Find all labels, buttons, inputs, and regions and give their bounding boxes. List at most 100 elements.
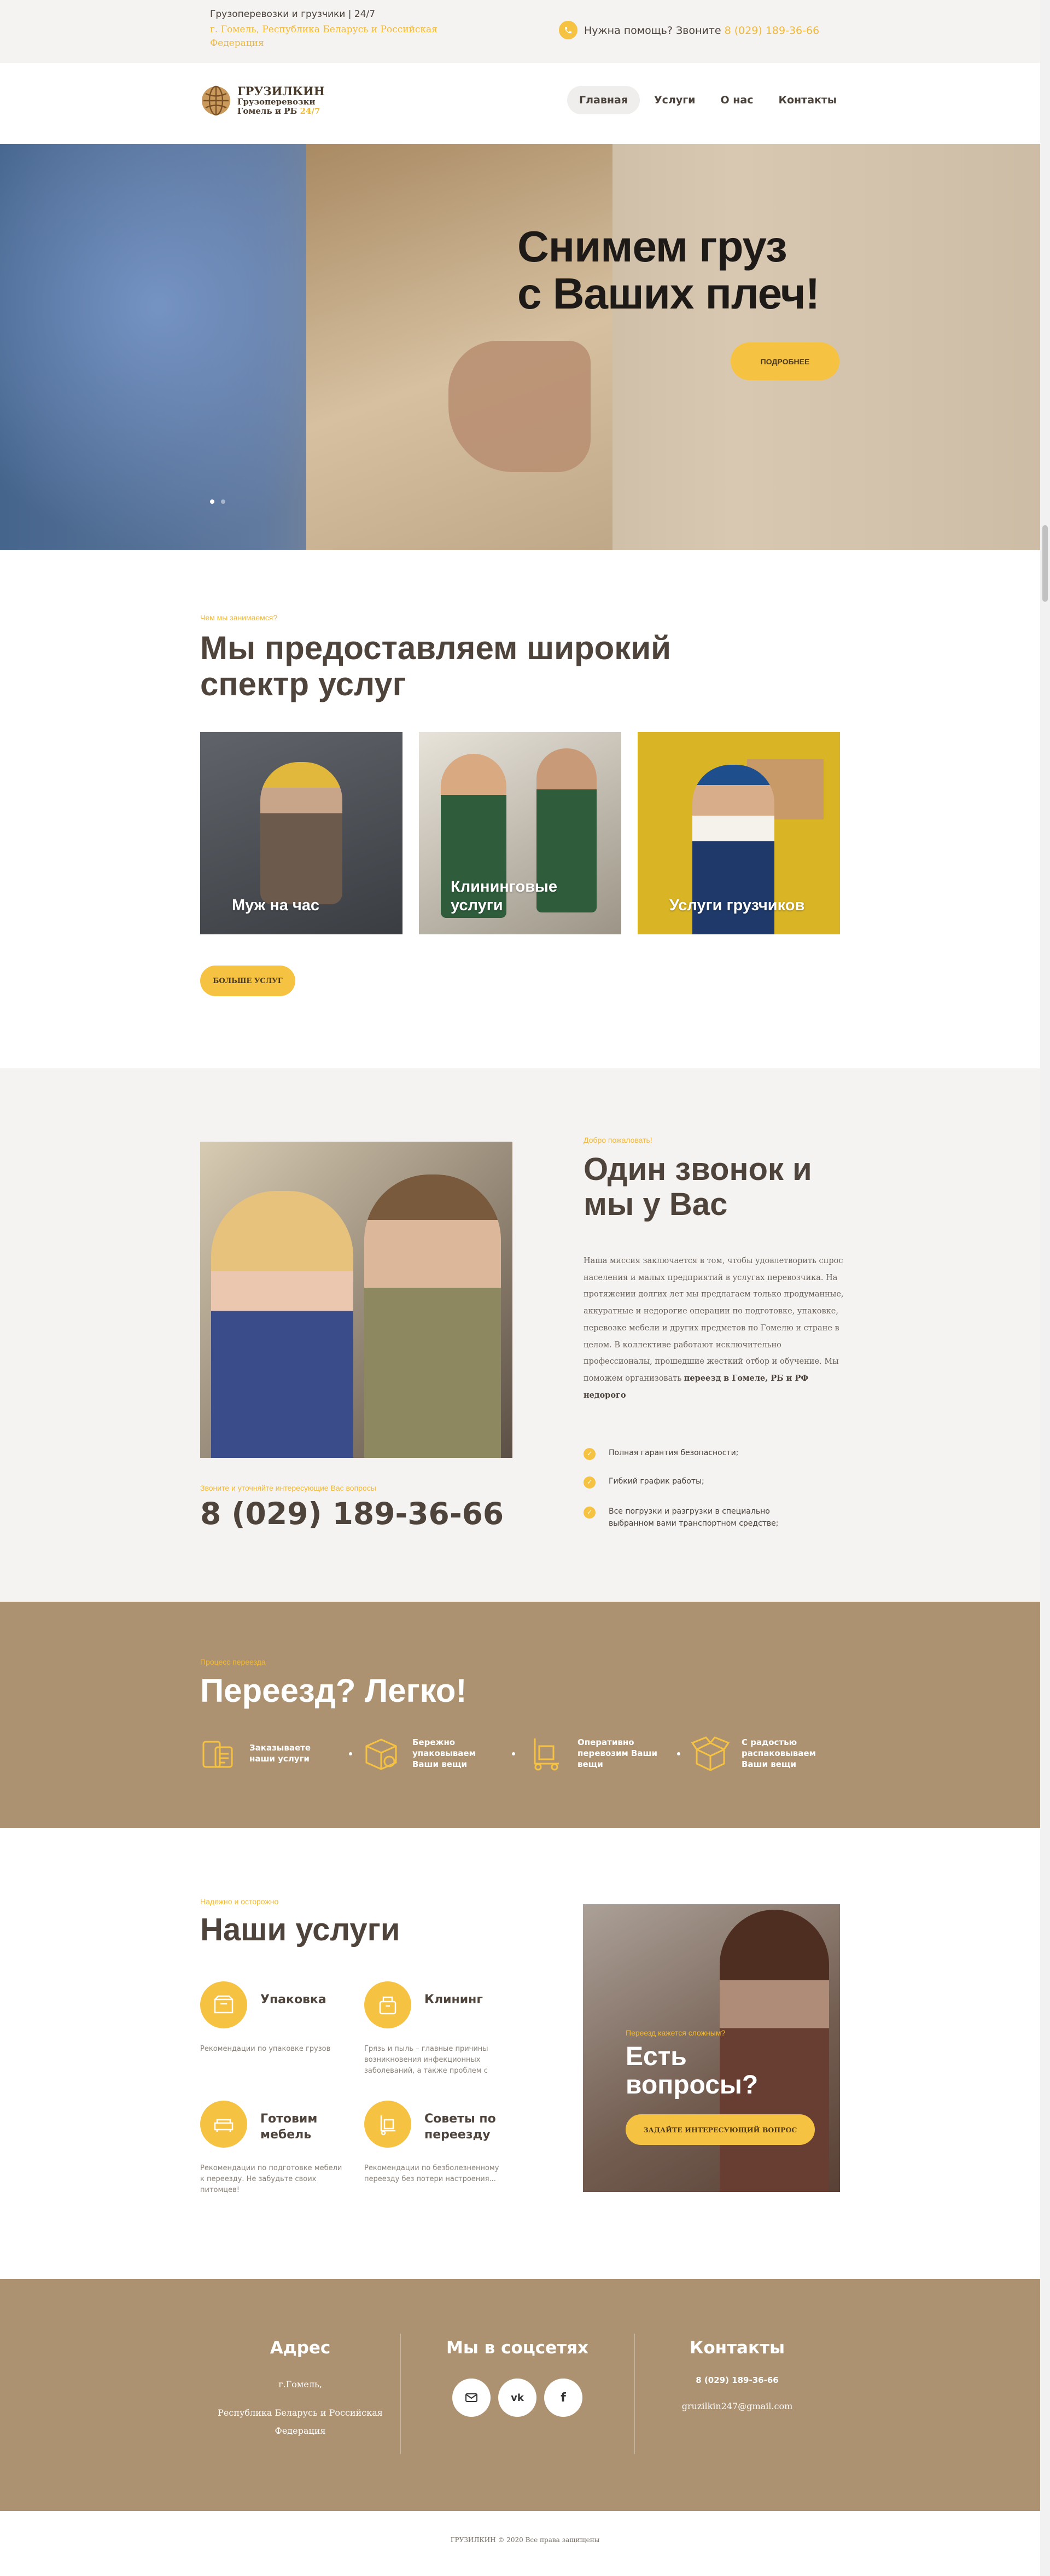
logo-sub2-text: Гомель и РБ (237, 106, 298, 117)
hero-more-button[interactable]: ПОДРОБНЕЕ (731, 342, 839, 380)
top-bar-tagline: Грузоперевозки и грузчики | 24/7 (210, 9, 376, 20)
about-photo (200, 1142, 512, 1458)
process-title: Переезд? Легко! (200, 1672, 467, 1709)
process-kicker: Процесс переезда (200, 1658, 266, 1666)
footer-address-title: Адрес (270, 2338, 331, 2358)
check-icon: ✓ (584, 1448, 596, 1460)
footer: Адрес г.Гомель, Республика Беларусь и Ро… (0, 2279, 1050, 2511)
box-pack-icon (365, 1738, 397, 1770)
top-phone-link[interactable]: 8 (029) 189-36-66 (725, 25, 820, 37)
footer-social-title: Мы в соцсетях (446, 2338, 588, 2358)
hero-title-line1: Снимем груз (517, 222, 788, 271)
hero-title-line2: с Ваших плеч! (517, 269, 820, 318)
scrollbar-thumb[interactable] (1042, 525, 1048, 602)
question-cta: Переезд кажется сложным? Есть вопросы? З… (583, 1904, 840, 2192)
dolly-icon (364, 2101, 411, 2148)
service-item-packing[interactable]: Упаковка Рекомендации по упаковке грузов (200, 1981, 364, 2055)
phone-icon (559, 21, 578, 39)
footer-city: г.Гомель, (278, 2379, 322, 2389)
nav-item-services[interactable]: Услуги (643, 86, 706, 114)
footer-social: Мы в соцсетях vk f (400, 2338, 634, 2417)
footer-contacts-title: Контакты (690, 2338, 785, 2358)
check-icon: ✓ (584, 1476, 596, 1488)
services-kicker: Чем мы занимаемся? (200, 613, 278, 622)
slider-dots (210, 499, 225, 504)
our-services-kicker: Надежно и осторожно (200, 1897, 279, 1906)
more-services-button[interactable]: БОЛЬШЕ УСЛУГ (200, 966, 295, 996)
help-text: Нужна помощь? Звоните (584, 25, 721, 37)
service-item-desc: Грязь и пыль – главные причины возникнов… (364, 2045, 488, 2075)
cleaning-icon (364, 1981, 411, 2028)
cta-title: Есть вопросы? (626, 2042, 759, 2100)
slider-dot-active[interactable] (210, 499, 214, 504)
about-title: Один звонок и мы у Вас (584, 1152, 812, 1222)
open-box-icon (691, 1736, 730, 1771)
check-icon: ✓ (584, 1507, 596, 1519)
service-item-title: Готовим мебель (260, 2112, 318, 2142)
ask-question-button[interactable]: ЗАДАЙТЕ ИНТЕРЕСУЮЩИЙ ВОПРОС (626, 2114, 815, 2145)
process-step: Оперативно перевозим Ваши вещи (527, 1734, 680, 1772)
process-step: Заказываете наши услуги (199, 1734, 352, 1772)
service-item-title: Клининг (424, 1993, 483, 2007)
logo-sub2-accent: 24/7 (300, 106, 320, 117)
service-card-handyman[interactable]: Муж на час (200, 732, 402, 934)
logo[interactable]: ГРУЗИЛКИН Грузоперевозки Гомель и РБ 24/… (200, 85, 325, 117)
hero-slider: Снимем груз с Ваших плеч! ПОДРОБНЕЕ (0, 144, 1050, 550)
call-kicker: Звоните и уточняйте интересующие Вас воп… (200, 1484, 376, 1492)
about-text-body: Наша миссия заключается в том, чтобы удо… (584, 1257, 844, 1383)
footer-email-link[interactable]: gruzilkin247@gmail.com (634, 2397, 840, 2416)
step-separator (677, 1752, 680, 1755)
footer-phone-link[interactable]: 8 (029) 189-36-66 (634, 2375, 840, 2385)
process-step: Бережно упаковываем Ваши вещи (362, 1734, 515, 1772)
process-section (0, 1602, 1050, 1828)
email-icon[interactable] (452, 2379, 491, 2417)
logo-sub1: Грузоперевозки (237, 96, 316, 107)
service-card-label: Услуги грузчиков (669, 896, 805, 914)
facebook-icon[interactable]: f (544, 2379, 582, 2417)
logo-sub2: Гомель и РБ 24/7 (237, 106, 325, 117)
service-item-cleaning[interactable]: Клининг Грязь и пыль – главные причины в… (364, 1981, 528, 2077)
step-separator (512, 1752, 515, 1755)
vk-icon[interactable]: vk (498, 2379, 536, 2417)
service-card-label: Муж на час (232, 896, 320, 914)
service-card-cleaning[interactable]: Клининговые услуги (419, 732, 621, 934)
bullet-text: Полная гарантия безопасности; (609, 1449, 739, 1457)
service-item-tips[interactable]: Советы по переезду Рекомендации по безбо… (364, 2101, 528, 2185)
footer-country: Республика Беларусь и Российская Федерац… (218, 2407, 383, 2437)
bullet-text: Гибкий график работы; (609, 1477, 704, 1486)
step-label: Оперативно перевозим Ваши вещи (578, 1737, 657, 1770)
footer-address: Адрес г.Гомель, Республика Беларусь и Ро… (200, 2338, 400, 2440)
social-links: vk f (400, 2379, 634, 2417)
nav-item-about[interactable]: О нас (709, 86, 764, 114)
service-card-movers[interactable]: Услуги грузчиков (638, 732, 840, 934)
about-section (0, 1068, 1050, 1602)
about-bullet: ✓ Полная гарантия безопасности; (584, 1447, 846, 1460)
cta-kicker: Переезд кажется сложным? (626, 2028, 726, 2037)
logo-name: ГРУЗИЛКИН (237, 84, 325, 98)
photo-woman (211, 1191, 353, 1458)
nav-item-home[interactable]: Главная (567, 86, 640, 114)
sofa-icon (200, 2101, 247, 2148)
service-item-furniture[interactable]: Готовим мебель Рекомендации по подготовк… (200, 2101, 364, 2196)
service-item-desc: Рекомендации по упаковке грузов (200, 2045, 331, 2053)
about-kicker: Добро пожаловать! (584, 1136, 652, 1144)
about-bullet: ✓ Гибкий график работы; (584, 1475, 846, 1488)
services-title: Мы предоставляем широкий спектр услуг (200, 630, 672, 702)
process-step: С радостью распаковываем Ваши вещи (691, 1734, 824, 1772)
about-phone-link[interactable]: 8 (029) 189-36-66 (200, 1496, 504, 1531)
nav-item-contacts[interactable]: Контакты (767, 86, 848, 114)
service-card-label: Клининговые услуги (451, 878, 557, 914)
top-bar-location: г. Гомель, Республика Беларусь и Российс… (210, 24, 438, 49)
our-services-title: Наши услуги (200, 1912, 400, 1947)
scrollbar-track[interactable] (1040, 0, 1050, 2576)
cart-icon (534, 1738, 559, 1771)
about-bullet: ✓ Все погрузки и разгрузки в специально в… (584, 1505, 791, 1530)
hero-title: Снимем груз с Ваших плеч! (517, 222, 820, 318)
service-item-desc: Рекомендации по безболезненному переезду… (364, 2164, 499, 2184)
handyman-figure (260, 762, 342, 904)
main-nav: Главная Услуги О нас Контакты (567, 86, 848, 114)
bullet-text: Все погрузки и разгрузки в специально вы… (609, 1507, 779, 1528)
phone-order-icon (202, 1741, 233, 1768)
step-label: С радостью распаковываем Ваши вещи (742, 1737, 816, 1770)
slider-dot[interactable] (221, 499, 225, 504)
